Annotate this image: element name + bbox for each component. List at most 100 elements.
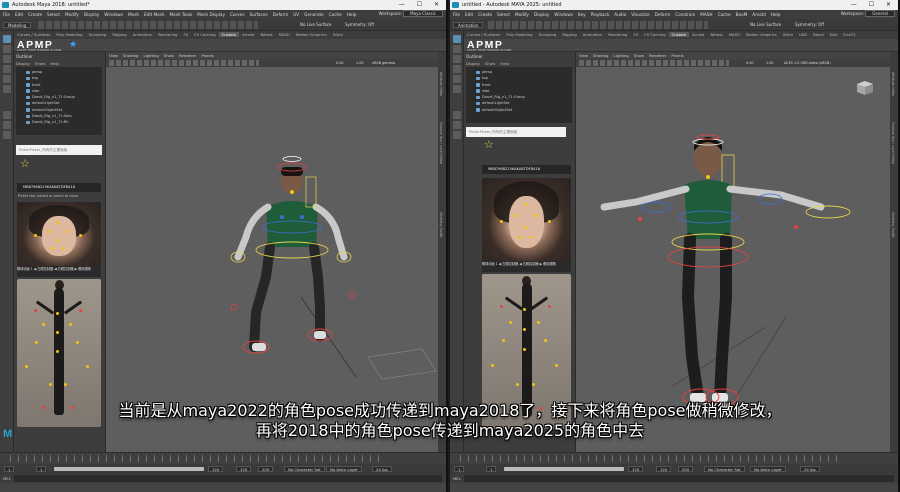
live-surface-label[interactable]: No Live Surface bbox=[300, 22, 331, 28]
playback-start-field[interactable]: 1 bbox=[36, 466, 47, 472]
range-end-field[interactable]: 120 bbox=[656, 466, 672, 472]
outliner-menu-item[interactable]: Display bbox=[16, 61, 30, 66]
fps-dropdown[interactable]: 24 fps bbox=[800, 466, 820, 472]
shelf-tab[interactable]: Bevel bbox=[810, 32, 827, 37]
menu-item[interactable]: Windows bbox=[104, 12, 123, 17]
live-surface-label[interactable]: No Live Surface bbox=[750, 22, 781, 28]
anim-layer-dropdown[interactable]: No Anim Layer bbox=[750, 466, 786, 472]
workspace-selector[interactable]: Workspace: General bbox=[841, 10, 895, 18]
picker-header[interactable]: MB87968225KAKA8TDFB418 bbox=[482, 165, 571, 174]
shelf-tab[interactable]: Motion Graphics bbox=[743, 32, 780, 37]
select-tool-icon[interactable] bbox=[453, 35, 461, 43]
shelf-tab[interactable]: Sculpting bbox=[536, 32, 560, 37]
shelf-tab[interactable]: USD bbox=[796, 32, 810, 37]
viewport-menu-item[interactable]: Renderer bbox=[179, 53, 196, 58]
star-icon[interactable]: ☆ bbox=[484, 138, 494, 151]
menu-item[interactable]: Windows bbox=[554, 12, 573, 17]
move-tool-icon[interactable] bbox=[453, 65, 461, 73]
viewport-menu-item[interactable]: Panels bbox=[671, 53, 683, 58]
shelf-tab[interactable]: XGen bbox=[780, 32, 796, 37]
workspace-selector[interactable]: Workspace: Maya Classic bbox=[379, 10, 443, 18]
viewport-toolbar-icons[interactable] bbox=[109, 60, 259, 66]
playback-start-field[interactable]: 1 bbox=[486, 466, 497, 472]
face-controls-row[interactable]: 眼球动画 1 ◀ 左眼控制器 ◀ 右眼控制器 ▶ 眼睛跟随 bbox=[482, 261, 571, 272]
gamma-value[interactable]: 1.00 bbox=[766, 59, 774, 67]
command-input[interactable] bbox=[464, 475, 894, 482]
shelf-tab[interactable]: FX bbox=[180, 32, 191, 37]
viewport-menu-item[interactable]: Shading bbox=[593, 53, 608, 58]
menu-item[interactable]: Create bbox=[478, 12, 492, 17]
layout-icon[interactable] bbox=[3, 131, 11, 139]
rotate-tool-icon[interactable] bbox=[453, 75, 461, 83]
menu-item[interactable]: Playback bbox=[591, 12, 610, 17]
status-line-icons[interactable] bbox=[38, 21, 258, 29]
workspace-value[interactable]: Maya Classic bbox=[403, 10, 443, 17]
range-end-field[interactable]: 120 bbox=[236, 466, 252, 472]
lasso-tool-icon[interactable] bbox=[453, 45, 461, 53]
anim-layer-dropdown[interactable]: No Anim Layer bbox=[326, 466, 362, 472]
viewport-panel[interactable]: View Shading Lighting Show Renderer Panels 0.… bbox=[576, 52, 890, 452]
menu-item[interactable]: MASH bbox=[700, 12, 712, 17]
menu-item[interactable]: Create bbox=[28, 12, 42, 17]
playback-end-field[interactable]: 120 bbox=[628, 466, 644, 472]
range-total-field[interactable]: 200 bbox=[678, 466, 694, 472]
shelf-tab[interactable]: MASH bbox=[276, 32, 293, 37]
range-total-field[interactable]: 200 bbox=[258, 466, 274, 472]
exposure-value[interactable]: 0.00 bbox=[336, 59, 344, 67]
shelf-tab[interactable]: FX Caching bbox=[641, 32, 668, 37]
menu-item[interactable]: Generate bbox=[304, 12, 324, 17]
viewport-menu-item[interactable]: Lighting bbox=[613, 53, 628, 58]
playback-end-field[interactable]: 120 bbox=[208, 466, 224, 472]
menu-item[interactable]: Mesh Display bbox=[197, 12, 225, 17]
range-slider-bar[interactable] bbox=[504, 467, 624, 471]
menu-item[interactable]: Surfaces bbox=[250, 12, 268, 17]
menu-item[interactable]: Deform bbox=[655, 12, 671, 17]
range-slider-bar[interactable] bbox=[54, 467, 204, 471]
viewport-menu-item[interactable]: Renderer bbox=[649, 53, 666, 58]
menu-item[interactable]: Select bbox=[47, 12, 60, 17]
shelf-tab[interactable]: Animation bbox=[130, 32, 155, 37]
symmetry-label[interactable]: Symmetry: Off bbox=[795, 22, 824, 28]
menu-item[interactable]: Arnold bbox=[752, 12, 766, 17]
shelf-tab[interactable]: Edit bbox=[827, 32, 840, 37]
star-icon[interactable]: ★ bbox=[69, 40, 77, 50]
move-tool-icon[interactable] bbox=[3, 65, 11, 73]
character-rig-view[interactable] bbox=[106, 67, 440, 412]
paint-tool-icon[interactable] bbox=[453, 55, 461, 63]
shelf-tab[interactable]: Poly Modeling bbox=[503, 32, 535, 37]
time-slider[interactable] bbox=[0, 452, 446, 464]
menu-item[interactable]: Modify bbox=[515, 12, 529, 17]
menu-item[interactable]: Modify bbox=[65, 12, 79, 17]
workspace-value[interactable]: General bbox=[865, 10, 895, 17]
shelf-tab[interactable]: FX Caching bbox=[191, 32, 218, 37]
shelf-tab[interactable]: Curves / Surfaces bbox=[464, 32, 503, 37]
star-icon[interactable]: ☆ bbox=[20, 157, 30, 170]
shelf-tab[interactable]: Motion Graphics bbox=[293, 32, 330, 37]
shelf-tab[interactable]: Bifrost bbox=[257, 32, 275, 37]
viewport-menu-item[interactable]: View bbox=[109, 53, 118, 58]
menu-item[interactable]: BeoM bbox=[736, 12, 748, 17]
shelf-tab[interactable]: Custom bbox=[668, 32, 690, 37]
viewport-menu-item[interactable]: Panels bbox=[201, 53, 213, 58]
menu-item[interactable]: Cache bbox=[718, 12, 731, 17]
menu-item[interactable]: Edit bbox=[465, 12, 473, 17]
menu-item[interactable]: Visualize bbox=[631, 12, 649, 17]
outliner-row[interactable]: Dandi_Rig_v1_71:Rh bbox=[18, 119, 100, 125]
time-slider[interactable] bbox=[450, 452, 898, 464]
shelf-tab[interactable]: Arnold bbox=[689, 32, 707, 37]
outliner-menu-item[interactable]: Show bbox=[35, 61, 45, 66]
menu-item[interactable]: Mesh bbox=[128, 12, 139, 17]
shelf-tab[interactable]: Rendering bbox=[155, 32, 180, 37]
shelf-tab[interactable]: Bifrost bbox=[707, 32, 725, 37]
scale-tool-icon[interactable] bbox=[453, 85, 461, 93]
viewport-menu-item[interactable]: Lighting bbox=[143, 53, 158, 58]
layout-icon[interactable] bbox=[3, 121, 11, 129]
viewport-toolbar-icons[interactable] bbox=[579, 60, 729, 66]
layout-icon[interactable] bbox=[453, 111, 461, 119]
menu-item[interactable]: Display bbox=[84, 12, 99, 17]
character-set-dropdown[interactable]: No Character Set bbox=[284, 466, 325, 472]
fps-dropdown[interactable]: 24 fps bbox=[372, 466, 392, 472]
select-tool-icon[interactable] bbox=[3, 35, 11, 43]
lasso-tool-icon[interactable] bbox=[3, 45, 11, 53]
outliner-menu-item[interactable]: Show bbox=[485, 61, 495, 66]
